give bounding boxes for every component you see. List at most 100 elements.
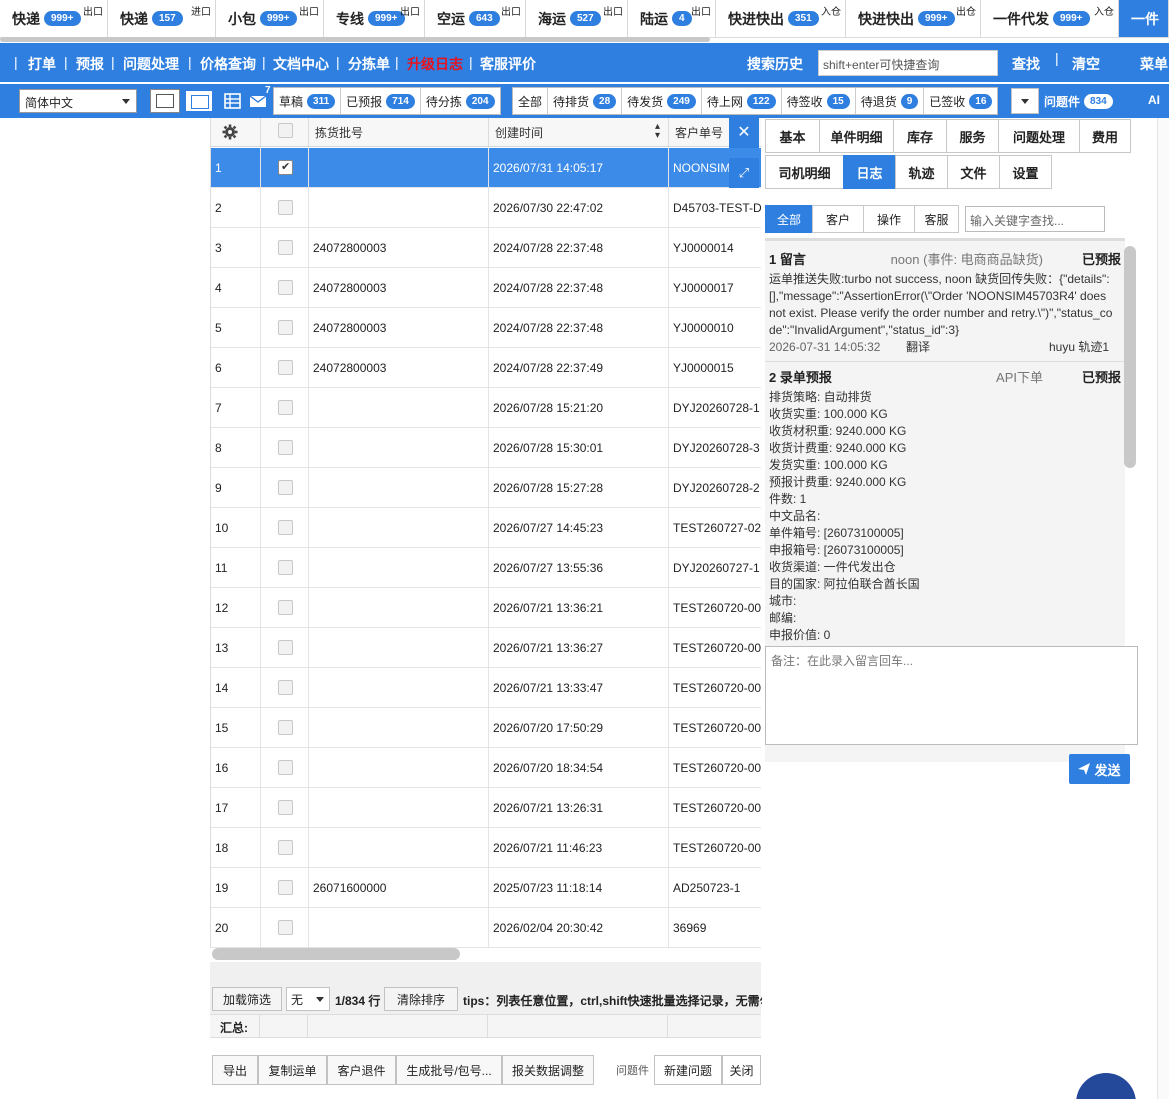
status-tab[interactable]: 待签收 15 <box>782 88 856 114</box>
table-row[interactable]: 8 2026/07/28 15:30:01 DYJ20260728-3 <box>211 428 761 468</box>
clear-sort-button[interactable]: 清除排序 <box>384 987 458 1011</box>
status-more-button[interactable] <box>1011 88 1039 114</box>
table-row[interactable]: 7 2026/07/28 15:21:20 DYJ20260728-1 <box>211 388 761 428</box>
table-icon[interactable] <box>224 92 242 110</box>
status-tab[interactable]: 待排货 28 <box>548 88 623 114</box>
filter-select[interactable]: 无 <box>286 987 330 1011</box>
clear-button[interactable]: 清空 <box>1072 54 1100 74</box>
table-row[interactable]: 15 2026/07/20 17:50:29 TEST260720-00 <box>211 708 761 748</box>
status-tab[interactable]: 已预报 714 <box>341 88 421 114</box>
log-keyword-input[interactable]: 输入关键字查找... <box>965 206 1105 232</box>
column-header-created[interactable]: 创建时间 ▴ ▾ <box>489 118 669 147</box>
language-select[interactable]: 简体中文 <box>19 89 137 113</box>
row-checkbox[interactable] <box>278 880 293 895</box>
log-filter-tab[interactable]: 客户 <box>812 205 864 233</box>
row-checkbox[interactable] <box>278 400 293 415</box>
action-button[interactable]: 报关数据调整 <box>502 1055 594 1085</box>
top-tabs-scrollbar[interactable] <box>0 37 710 42</box>
row-checkbox[interactable] <box>278 920 293 935</box>
product-tab[interactable]: 陆运 4 出口 <box>628 0 716 37</box>
action-button[interactable]: 导出 <box>212 1055 258 1085</box>
table-row[interactable]: 17 2026/07/21 13:26:31 TEST260720-00 <box>211 788 761 828</box>
row-checkbox[interactable] <box>278 520 293 535</box>
tab-detail[interactable]: 轨迹 <box>895 155 948 189</box>
status-tab[interactable]: 待退货 9 <box>856 88 925 114</box>
product-tab[interactable]: 一件代发 999+ 入仓 <box>981 0 1119 37</box>
product-tab[interactable]: 快进快出 351 入仓 <box>716 0 846 37</box>
translate-link[interactable]: 翻译 <box>906 339 930 356</box>
table-row[interactable]: 10 2026/07/27 14:45:23 TEST260727-02 <box>211 508 761 548</box>
table-row[interactable]: 9 2026/07/28 15:27:28 DYJ20260728-2 <box>211 468 761 508</box>
tab-issue-items[interactable]: 问题件 834 <box>1044 89 1113 113</box>
tab-detail[interactable]: 库存 <box>893 119 947 153</box>
expand-icon[interactable]: ⤢ <box>729 158 759 188</box>
grid-horizontal-scrollbar[interactable] <box>212 948 460 960</box>
status-tab[interactable]: 全部 <box>513 88 549 114</box>
product-tab[interactable]: 一件 <box>1119 0 1169 37</box>
nav-item[interactable]: 问题处理 <box>123 54 179 74</box>
sort-icon[interactable]: ▴ ▾ <box>655 122 660 141</box>
nav-item[interactable]: 分拣单 <box>348 54 390 74</box>
row-checkbox[interactable] <box>278 760 293 775</box>
view-mode-list-button[interactable] <box>150 89 180 113</box>
row-checkbox[interactable] <box>278 320 293 335</box>
product-tab[interactable]: 快递 157 进口 <box>108 0 216 37</box>
product-tab[interactable]: 快进快出 999+ 出仓 <box>846 0 981 37</box>
row-checkbox[interactable] <box>278 840 293 855</box>
nav-item[interactable]: 预报 <box>76 54 104 74</box>
search-history-link[interactable]: 搜索历史 <box>747 54 803 74</box>
table-row[interactable]: 2 2026/07/30 22:47:02 D45703-TEST-D <box>211 188 761 228</box>
status-tab[interactable]: 待分拣 204 <box>421 88 500 114</box>
tab-detail[interactable]: 文件 <box>947 155 1000 189</box>
tab-detail[interactable]: 设置 <box>999 155 1052 189</box>
log-filter-tab[interactable]: 操作 <box>863 205 915 233</box>
status-tab[interactable]: 已签收 16 <box>924 88 997 114</box>
row-checkbox[interactable] <box>278 280 293 295</box>
action-button[interactable]: 复制运单 <box>258 1055 327 1085</box>
select-all-checkbox[interactable] <box>278 123 293 138</box>
product-tab[interactable]: 小包 999+ 出口 <box>216 0 324 37</box>
log-scrollbar[interactable] <box>1124 246 1136 468</box>
row-checkbox[interactable] <box>278 800 293 815</box>
row-checkbox[interactable] <box>278 680 293 695</box>
action-button[interactable]: 客户退件 <box>327 1055 396 1085</box>
table-row[interactable]: 4 24072800003 2024/07/28 22:37:48 YJ0000017 <box>211 268 761 308</box>
status-tab[interactable]: 待发货 249 <box>622 88 702 114</box>
table-row[interactable]: 18 2026/07/21 11:46:23 TEST260720-00 <box>211 828 761 868</box>
tab-detail[interactable]: 基本 <box>765 119 820 153</box>
row-checkbox[interactable] <box>278 640 293 655</box>
close-panel-button[interactable]: ✕ <box>729 118 759 148</box>
row-checkbox[interactable] <box>278 480 293 495</box>
tab-detail[interactable]: 单件明细 <box>819 119 894 153</box>
table-row[interactable]: 14 2026/07/21 13:33:47 TEST260720-00 <box>211 668 761 708</box>
table-row[interactable]: 19 26071600000 2025/07/23 11:18:14 AD250723… <box>211 868 761 908</box>
table-row[interactable]: 20 2026/02/04 20:30:42 36969 <box>211 908 761 948</box>
log-filter-tab[interactable]: 客服 <box>914 205 959 233</box>
menu-button[interactable]: 菜单 <box>1140 54 1168 74</box>
log-filter-tab[interactable]: 全部 <box>765 205 813 233</box>
send-button[interactable]: 发送 <box>1069 754 1130 784</box>
load-filter-button[interactable]: 加载筛选 <box>212 987 282 1011</box>
nav-item[interactable]: 客服评价 <box>480 54 536 74</box>
nav-item[interactable]: 文档中心 <box>273 54 329 74</box>
find-button[interactable]: 查找 <box>1012 54 1040 74</box>
product-tab[interactable]: 快递 999+ 出口 <box>0 0 108 37</box>
table-row[interactable]: 6 24072800003 2024/07/28 22:37:49 YJ0000015 <box>211 348 761 388</box>
tab-detail[interactable]: 问题处理 <box>998 119 1080 153</box>
table-row[interactable]: 16 2026/07/20 18:34:54 TEST260720-00 <box>211 748 761 788</box>
product-tab[interactable]: 专线 999+ 出口 <box>324 0 425 37</box>
table-row[interactable]: 3 24072800003 2024/07/28 22:37:48 YJ0000014 <box>211 228 761 268</box>
row-checkbox[interactable] <box>278 160 293 175</box>
row-checkbox[interactable] <box>278 200 293 215</box>
tab-detail[interactable]: 服务 <box>946 119 999 153</box>
nav-item[interactable]: 打单 <box>28 54 56 74</box>
close-issue-button[interactable]: 关闭 <box>722 1055 761 1085</box>
row-checkbox[interactable] <box>278 600 293 615</box>
gear-icon[interactable] <box>222 124 238 140</box>
tab-detail[interactable]: 费用 <box>1079 119 1131 153</box>
product-tab[interactable]: 空运 643 出口 <box>425 0 526 37</box>
action-button[interactable]: 生成批号/包号... <box>396 1055 502 1085</box>
table-row[interactable]: 5 24072800003 2024/07/28 22:37:48 YJ0000010 <box>211 308 761 348</box>
table-row[interactable]: 12 2026/07/21 13:36:21 TEST260720-00 <box>211 588 761 628</box>
row-checkbox[interactable] <box>278 560 293 575</box>
